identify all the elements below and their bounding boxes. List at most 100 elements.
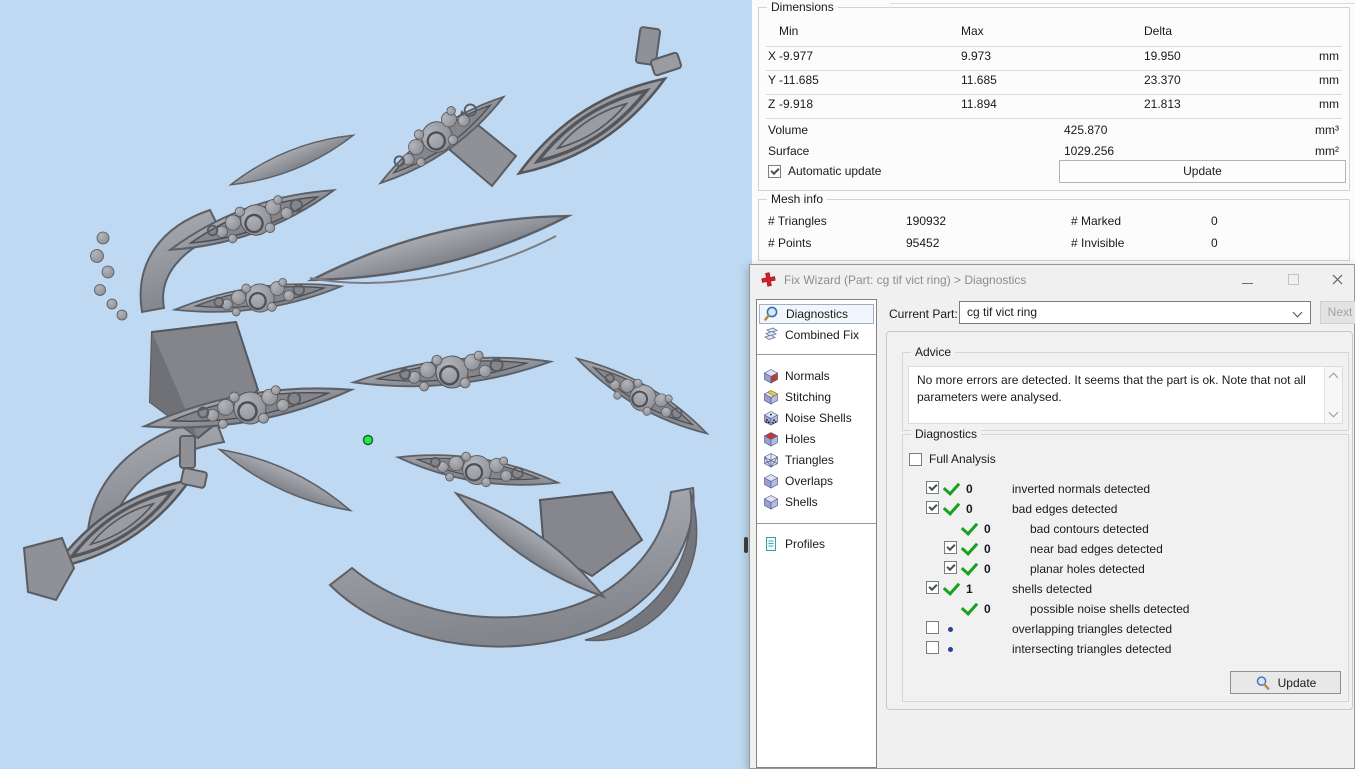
full-analysis-checkbox[interactable]: [909, 452, 922, 466]
diagnostic-row: 0 inverted normals detected: [926, 477, 1344, 499]
automatic-update-label: Automatic update: [788, 164, 882, 178]
dimension-row-y: Y -11.685 11.685 23.370 mm: [759, 73, 1349, 89]
sidebar-item-overlaps[interactable]: Overlaps: [759, 471, 874, 491]
diagnostic-checkbox[interactable]: [926, 581, 939, 594]
cube-red-top-icon: [763, 432, 779, 447]
diagnostic-checkbox[interactable]: [926, 481, 939, 494]
cell-unit: mm: [1319, 73, 1339, 87]
dialog-title: Fix Wizard (Part: cg tif vict ring) > Di…: [784, 272, 1027, 287]
cube-icon: [763, 474, 779, 489]
diagnostic-count: 0: [966, 502, 973, 516]
sidebar-separator: [757, 354, 876, 355]
close-button[interactable]: [1320, 265, 1354, 294]
cube-wireframe-icon: [763, 453, 779, 468]
col-min: Min: [779, 24, 799, 38]
part-info-panel: Dimensions Min Max Delta X -9.977 9.973 19.…: [752, 0, 1355, 264]
sidebar-item-noise-shells[interactable]: Noise Shells: [759, 408, 874, 428]
diagnostic-row: 0 bad edges detected: [926, 497, 1344, 519]
sidebar-item-shells[interactable]: Shells: [759, 492, 874, 512]
panel-splitter-grip[interactable]: [744, 537, 748, 553]
minimize-button[interactable]: [1230, 265, 1264, 294]
scroll-down-icon[interactable]: [1328, 407, 1339, 418]
dimensions-header: Min Max Delta: [759, 24, 1349, 40]
cell-max: 9.973: [961, 49, 992, 63]
application-window: Dimensions Min Max Delta X -9.977 9.973 19.…: [0, 0, 1355, 769]
diagnostic-checkbox[interactable]: [944, 561, 957, 574]
diagnostic-row: 0 planar holes detected: [944, 557, 1344, 579]
diagnostic-row: 1 shells detected: [926, 577, 1344, 599]
triangles-label: # Triangles: [768, 214, 827, 228]
automatic-update-checkbox[interactable]: [768, 164, 781, 178]
diagnostic-label: possible noise shells detected: [1030, 602, 1190, 616]
diagnostic-count: 0: [984, 602, 991, 616]
measurement-marker-dot: [362, 434, 374, 446]
sidebar-item-label: Shells: [785, 495, 818, 509]
cell-unit: mm: [1319, 97, 1339, 111]
dimensions-update-button[interactable]: Update: [1059, 160, 1346, 183]
advice-textbox: No more errors are detected. It seems th…: [908, 366, 1343, 424]
diagnostic-row: 0 possible noise shells detected: [944, 597, 1344, 619]
diagnostic-checkbox[interactable]: [926, 501, 939, 514]
volume-label: Volume: [768, 123, 809, 137]
maximize-button[interactable]: [1276, 265, 1310, 294]
sidebar-item-label: Profiles: [785, 537, 826, 551]
sidebar-item-label: Stitching: [785, 390, 832, 404]
maximize-icon: [1287, 274, 1299, 285]
sidebar-item-stitching[interactable]: Stitching: [759, 387, 874, 407]
sidebar-item-label: Triangles: [785, 453, 834, 467]
fix-wizard-red-cross-icon: [761, 272, 776, 287]
diagnostic-label: shells detected: [1012, 582, 1093, 596]
ring-model-image: [22, 26, 714, 648]
sidebar-item-label: Combined Fix: [785, 328, 860, 342]
diagnostic-count: 0: [984, 562, 991, 576]
sidebar-item-label: Overlaps: [785, 474, 834, 488]
diagnostics-update-button[interactable]: Update: [1230, 671, 1341, 694]
volume-row: Volume 425.870 mm³: [759, 123, 1349, 139]
cell-max: 11.894: [961, 97, 997, 111]
sidebar-item-normals[interactable]: Normals: [759, 366, 874, 386]
col-delta: Delta: [1144, 24, 1173, 38]
cell-axis: X: [768, 49, 777, 63]
dimension-row-z: Z -9.918 11.894 21.813 mm: [759, 97, 1349, 113]
sidebar-item-holes[interactable]: Holes: [759, 429, 874, 449]
scroll-up-icon[interactable]: [1328, 372, 1339, 383]
sidebar-item-label: Diagnostics: [786, 307, 849, 321]
sidebar-item-label: Normals: [785, 369, 830, 383]
panel-tab-edge: [890, 3, 1355, 4]
fix-wizard-sidebar: Diagnostics Combined Fix Normals Stitching N…: [756, 299, 877, 768]
cell-min: -9.977: [779, 49, 814, 63]
current-part-select[interactable]: cg tif vict ring: [959, 301, 1311, 324]
sidebar-item-diagnostics[interactable]: Diagnostics: [759, 304, 874, 324]
full-analysis-label: Full Analysis: [929, 452, 996, 466]
magnifier-icon: [1256, 676, 1269, 690]
sidebar-item-profiles[interactable]: Profiles: [759, 534, 874, 554]
invisible-label: # Invisible: [1071, 236, 1125, 250]
next-button[interactable]: Next: [1320, 301, 1355, 324]
diagnostic-row: 0 bad contours detected: [944, 517, 1344, 539]
diagnostic-checkbox[interactable]: [944, 541, 957, 554]
diagnostic-label: bad edges detected: [1012, 502, 1118, 516]
magnifier-icon: [764, 306, 778, 321]
sidebar-item-combined-fix[interactable]: Combined Fix: [759, 325, 874, 345]
green-check-icon: [960, 537, 979, 556]
surface-row: Surface 1029.256 mm²: [759, 144, 1349, 160]
minimize-icon: [1241, 283, 1253, 284]
diagnostics-title: Diagnostics: [911, 427, 982, 441]
cube-dots-icon: [763, 411, 779, 426]
diagnostic-checkbox[interactable]: [926, 621, 939, 634]
layers-icon: [764, 327, 778, 340]
advice-text: No more errors are detected. It seems th…: [917, 373, 1306, 404]
diagnostic-checkbox[interactable]: [926, 641, 939, 654]
diagnostic-row: 0 near bad edges detected: [944, 537, 1344, 559]
surface-value: 1029.256: [1064, 144, 1115, 158]
cell-min: -9.918: [779, 97, 814, 111]
cube-icon: [763, 495, 779, 510]
diagnostic-label: overlapping triangles detected: [1012, 622, 1173, 636]
sidebar-item-triangles[interactable]: Triangles: [759, 450, 874, 470]
3d-viewport[interactable]: [0, 0, 752, 769]
dialog-titlebar[interactable]: Fix Wizard (Part: cg tif vict ring) > Di…: [750, 265, 1354, 294]
cell-min: -11.685: [779, 73, 819, 87]
blue-dot-icon: [948, 646, 953, 652]
advice-scrollbar[interactable]: [1324, 367, 1342, 423]
dimension-row-x: X -9.977 9.973 19.950 mm: [759, 49, 1349, 65]
